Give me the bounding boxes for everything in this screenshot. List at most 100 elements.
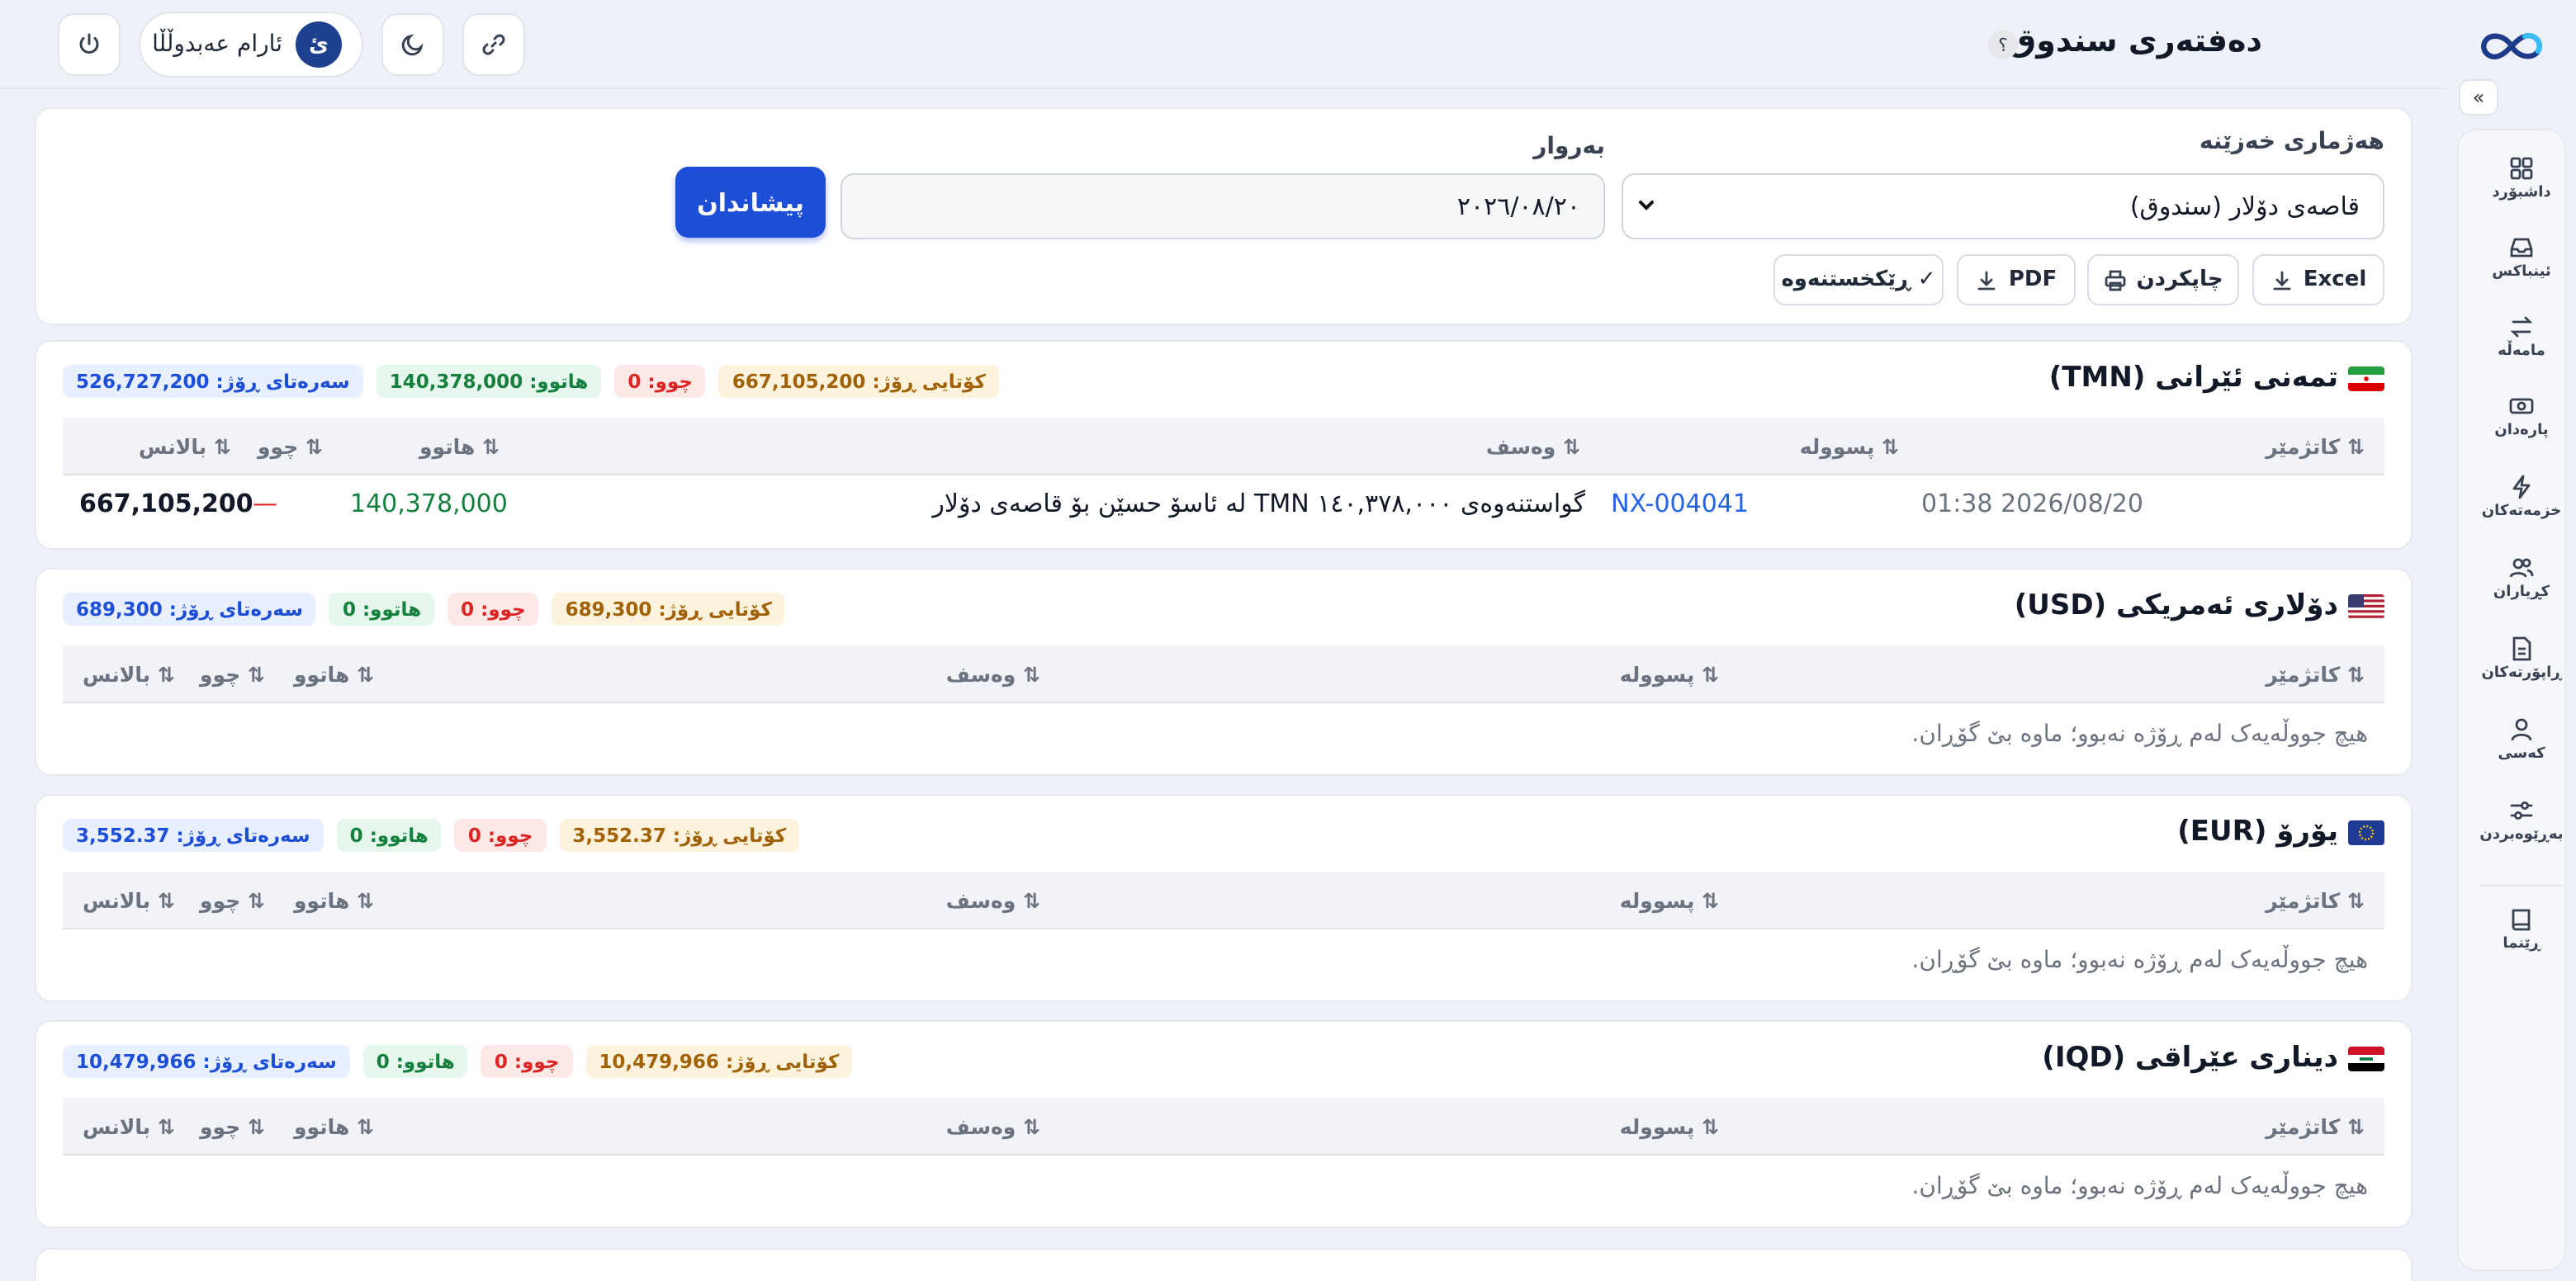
col-in[interactable]: ⇅ هاتوو <box>419 434 500 459</box>
row-out: — <box>253 489 277 518</box>
date-input-value: ٢٠٢٦/٠٨/٢٠ <box>1456 191 1580 221</box>
account-select-value: قاصەی دۆلار (سندوق) <box>2129 191 2360 221</box>
currency-title: دۆلاری ئەمریکی (USD) <box>2014 589 2338 622</box>
currency-card-usd: دۆلاری ئەمریکی (USD) سەرەتای ڕۆژ: 689,30… <box>35 568 2413 776</box>
sidebar-item-label: خزمەتەکان <box>2481 503 2562 520</box>
bolt-icon <box>2512 475 2531 499</box>
currency-card-eur: یۆرۆ (EUR) سەرەتای ڕۆژ: 3,552.37 هاتوو: … <box>35 794 2413 1002</box>
col-balance[interactable]: ⇅ بالانس <box>139 434 231 459</box>
page-title: دەفتەری سندوق <box>2008 23 2262 59</box>
col-balance[interactable]: ⇅ بالانس <box>83 888 175 913</box>
col-receipt[interactable]: ⇅ پسوولە <box>1620 888 1719 913</box>
book-icon <box>2512 909 2531 931</box>
help-badge[interactable]: ؟ <box>1988 30 2018 59</box>
sidebar-item-personal[interactable]: کەسی <box>2467 716 2576 763</box>
currency-card-iqd: دیناری عێراقی (IQD) سەرەتای ڕۆژ: 10,479,… <box>35 1020 2413 1228</box>
row-in: 140,378,000 <box>350 489 508 518</box>
empty-state: هیچ جووڵەیەک لەم ڕۆژە نەبوو؛ ماوە بێ گۆڕ… <box>1911 721 2368 748</box>
link-icon <box>482 34 505 55</box>
eu-flag <box>2348 820 2384 844</box>
currency-title: تمەنی ئێرانی (TMN) <box>2048 362 2338 395</box>
print-button[interactable]: چاپکردن <box>2087 254 2239 305</box>
outgoing-badge: چوو: 0 <box>454 819 547 852</box>
sidebar-item-admin[interactable]: بەڕێوەبردن <box>2467 797 2576 844</box>
filter-card: هەژماری خەزێنە قاصەی دۆلار (سندوق) بەروا… <box>35 107 2413 325</box>
excel-button-label: Excel <box>2303 267 2367 292</box>
link-button[interactable] <box>462 13 525 76</box>
opening-balance-badge: سەرەتای ڕۆژ: 526,727,200 <box>63 365 363 398</box>
collapse-sidebar-button[interactable]: » <box>2459 79 2498 116</box>
col-receipt[interactable]: ⇅ پسوولە <box>1620 662 1719 687</box>
dashboard-icon <box>2510 157 2533 180</box>
excel-button[interactable]: Excel <box>2252 254 2384 305</box>
reconcile-button[interactable]: ✓ ڕێکخستنەوە <box>1773 254 1944 305</box>
double-chevron-icon: » <box>2472 86 2485 109</box>
incoming-badge: هاتوو: 0 <box>336 819 442 852</box>
col-out[interactable]: ⇅ چوو <box>258 434 323 459</box>
col-in[interactable]: ⇅ هاتوو <box>294 1114 374 1139</box>
col-receipt[interactable]: ⇅ پسوولە <box>1620 1114 1719 1139</box>
opening-balance-badge: سەرەتای ڕۆژ: 689,300 <box>63 593 316 626</box>
sidebar-item-label: ڕێنما <box>2503 936 2540 952</box>
row-balance: 667,105,200 <box>79 489 253 518</box>
col-desc[interactable]: ⇅ وەسف <box>1486 434 1580 459</box>
col-date[interactable]: ⇅ کاتژمێر <box>2266 662 2365 687</box>
incoming-badge: هاتوو: 0 <box>329 593 435 626</box>
sidebar-divider <box>2480 885 2563 886</box>
outgoing-badge: چوو: 0 <box>614 365 706 398</box>
users-icon <box>2509 558 2534 578</box>
col-out[interactable]: ⇅ چوو <box>200 662 265 687</box>
account-label: هەژماری خەزێنە <box>2199 129 2384 155</box>
sidebar-item-customers[interactable]: کڕیاران <box>2467 555 2576 601</box>
col-in[interactable]: ⇅ هاتوو <box>294 888 374 913</box>
show-button[interactable]: پیشاندان <box>675 167 826 238</box>
transfer-icon <box>2510 316 2533 338</box>
sidebar-nav <box>2457 129 2566 1271</box>
empty-state: هیچ جووڵەیەک لەم ڕۆژە نەبوو؛ ماوە بێ گۆڕ… <box>1911 1174 2368 1200</box>
sidebar-item-label: ئینباکس <box>2492 264 2551 281</box>
col-out[interactable]: ⇅ چوو <box>200 888 265 913</box>
date-input[interactable]: ٢٠٢٦/٠٨/٢٠ <box>841 173 1605 239</box>
user-icon <box>2511 718 2532 741</box>
col-receipt[interactable]: ⇅ پسوولە <box>1800 434 1899 459</box>
sidebar-item-reports[interactable]: ڕاپۆرتەکان <box>2467 636 2576 682</box>
col-balance[interactable]: ⇅ بالانس <box>83 1114 175 1139</box>
logo-icon <box>2481 33 2542 59</box>
receipt-link[interactable]: NX-004041 <box>1611 489 1749 518</box>
sidebar-item-label: ڕاپۆرتەکان <box>2481 665 2562 682</box>
col-balance[interactable]: ⇅ بالانس <box>83 662 175 687</box>
moon-icon <box>401 34 424 56</box>
topbar: دەفتەری سندوق ؟ ئ ئارام عەبدوڵڵا <box>0 0 2447 89</box>
col-desc[interactable]: ⇅ وەسف <box>946 888 1040 913</box>
avatar: ئ <box>296 21 342 68</box>
pdf-button[interactable]: PDF <box>1957 254 2076 305</box>
sidebar-item-services[interactable]: خزمەتەکان <box>2467 474 2576 520</box>
sidebar-item-payments[interactable]: پارەدان <box>2467 393 2576 439</box>
currency-header: تمەنی ئێرانی (TMN) <box>2049 362 2384 395</box>
currency-header: دۆلاری ئەمریکی (USD) <box>2015 589 2384 622</box>
sidebar-item-transactions[interactable]: مامەڵە <box>2467 314 2576 360</box>
account-select[interactable]: قاصەی دۆلار (سندوق) <box>1622 173 2384 239</box>
logout-button[interactable] <box>58 13 121 76</box>
col-date[interactable]: ⇅ کاتژمێر <box>2266 434 2365 459</box>
sidebar-item-guide[interactable]: ڕێنما <box>2467 906 2576 952</box>
outgoing-badge: چوو: 0 <box>447 593 539 626</box>
iraq-flag <box>2348 1046 2384 1071</box>
theme-toggle-button[interactable] <box>381 13 444 76</box>
sidebar-item-inbox[interactable]: ئینباکس <box>2467 234 2576 281</box>
stats-row: سەرەتای ڕۆژ: 10,479,966 هاتوو: 0 چوو: 0 … <box>63 1045 853 1078</box>
col-date[interactable]: ⇅ کاتژمێر <box>2266 888 2365 913</box>
inbox-icon <box>2510 238 2533 258</box>
sidebar-item-dashboard[interactable]: داشبۆرد <box>2467 155 2576 201</box>
sidebar: » داشبۆرد ئینباکس مامەڵە پارەدان خزمەتەک… <box>2447 0 2576 1281</box>
col-desc[interactable]: ⇅ وەسف <box>946 662 1040 687</box>
closing-balance-badge: کۆتایی ڕۆژ: 3,552.37 <box>559 819 800 852</box>
col-out[interactable]: ⇅ چوو <box>200 1114 265 1139</box>
table-header: ⇅ کاتژمێر ⇅ پسوولە ⇅ وەسف ⇅ هاتوو ⇅ چوو … <box>63 645 2384 703</box>
user-menu[interactable]: ئ ئارام عەبدوڵڵا <box>139 12 363 78</box>
opening-balance-badge: سەرەتای ڕۆژ: 10,479,966 <box>63 1045 350 1078</box>
stats-row: سەرەتای ڕۆژ: 689,300 هاتوو: 0 چوو: 0 کۆت… <box>63 593 785 626</box>
col-date[interactable]: ⇅ کاتژمێر <box>2266 1114 2365 1139</box>
col-in[interactable]: ⇅ هاتوو <box>294 662 374 687</box>
col-desc[interactable]: ⇅ وەسف <box>946 1114 1040 1139</box>
